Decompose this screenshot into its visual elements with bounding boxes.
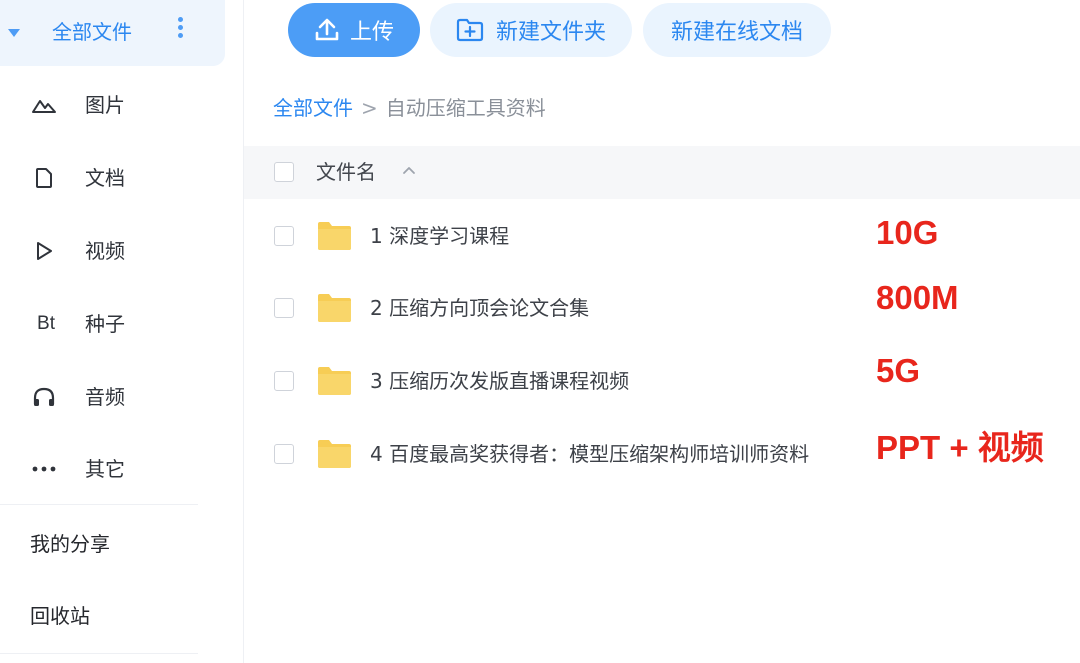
file-manager: 全部文件 图片 文档 视频 Bt 种子 音频 其它 我的分享 回收站 上传 新建…	[0, 0, 1080, 663]
sidebar-item-torrents[interactable]: Bt 种子	[0, 299, 225, 349]
new-folder-icon	[456, 18, 484, 42]
row-checkbox[interactable]	[274, 444, 294, 464]
sidebar-item-label: 其它	[85, 457, 125, 481]
breadcrumb-root-link[interactable]: 全部文件	[273, 96, 353, 120]
row-checkbox[interactable]	[274, 226, 294, 246]
folder-icon	[318, 222, 351, 250]
sidebar-divider	[0, 653, 198, 654]
new-online-doc-button[interactable]: 新建在线文档	[643, 3, 831, 57]
row-checkbox[interactable]	[274, 371, 294, 391]
new-folder-button-label: 新建文件夹	[495, 20, 606, 45]
breadcrumb-current: 自动压缩工具资料	[385, 96, 546, 120]
file-table-header: 文件名	[244, 146, 1080, 199]
folder-icon	[318, 294, 351, 322]
upload-icon	[315, 18, 339, 41]
more-vertical-icon[interactable]	[173, 17, 187, 47]
new-folder-button[interactable]: 新建文件夹	[430, 3, 632, 57]
sidebar-item-audio[interactable]: 音频	[0, 372, 225, 422]
size-annotation: 800M	[876, 279, 959, 316]
folder-icon	[318, 440, 351, 468]
sidebar-item-my-share[interactable]: 我的分享	[30, 530, 110, 558]
more-icon	[30, 456, 58, 482]
sidebar-item-images[interactable]: 图片	[0, 80, 225, 130]
sidebar-item-label: 文档	[85, 166, 125, 190]
file-name[interactable]: 1 深度学习课程	[370, 222, 509, 250]
sidebar-item-label: 视频	[85, 239, 125, 263]
caret-down-icon[interactable]	[8, 29, 20, 37]
upload-button-label: 上传	[349, 20, 394, 45]
table-row[interactable]: 1 深度学习课程	[244, 208, 844, 264]
sidebar-item-documents[interactable]: 文档	[0, 153, 225, 203]
sidebar-item-label: 种子	[85, 312, 125, 336]
file-name[interactable]: 3 压缩历次发版直播课程视频	[370, 367, 629, 395]
sort-ascending-icon[interactable]	[402, 165, 416, 175]
bt-torrent-icon: Bt	[37, 313, 55, 334]
table-row[interactable]: 2 压缩方向顶会论文合集	[244, 280, 844, 336]
table-row[interactable]: 4 百度最高奖获得者：模型压缩架构师培训师资料	[244, 426, 844, 482]
size-annotation: PPT + 视频	[876, 429, 1044, 466]
video-icon	[30, 238, 58, 264]
row-checkbox[interactable]	[274, 298, 294, 318]
new-online-doc-button-label: 新建在线文档	[670, 20, 803, 45]
file-name[interactable]: 4 百度最高奖获得者：模型压缩架构师培训师资料	[370, 440, 809, 468]
sidebar-item-videos[interactable]: 视频	[0, 226, 225, 276]
sidebar-item-label: 全部文件	[52, 20, 132, 44]
document-icon	[30, 165, 58, 191]
file-name[interactable]: 2 压缩方向顶会论文合集	[370, 294, 589, 322]
sidebar-item-others[interactable]: 其它	[0, 444, 225, 494]
sidebar-item-all-files[interactable]: 全部文件	[0, 0, 225, 66]
sidebar-divider	[0, 504, 198, 505]
breadcrumb: 全部文件 > 自动压缩工具资料	[273, 94, 546, 122]
sidebar-item-label: 音频	[85, 385, 125, 409]
image-icon	[30, 92, 58, 118]
table-row[interactable]: 3 压缩历次发版直播课程视频	[244, 353, 844, 409]
column-header-name[interactable]: 文件名	[316, 158, 376, 186]
size-annotation: 5G	[876, 352, 921, 389]
sidebar: 全部文件 图片 文档 视频 Bt 种子 音频 其它 我的分享 回收站	[0, 0, 244, 663]
sidebar-item-label: 图片	[85, 93, 125, 117]
upload-button[interactable]: 上传	[288, 3, 420, 57]
headphones-icon	[30, 384, 58, 410]
sidebar-item-recycle-bin[interactable]: 回收站	[30, 602, 90, 630]
size-annotation: 10G	[876, 214, 939, 251]
breadcrumb-separator: >	[361, 96, 378, 120]
select-all-checkbox[interactable]	[274, 162, 294, 182]
folder-icon	[318, 367, 351, 395]
